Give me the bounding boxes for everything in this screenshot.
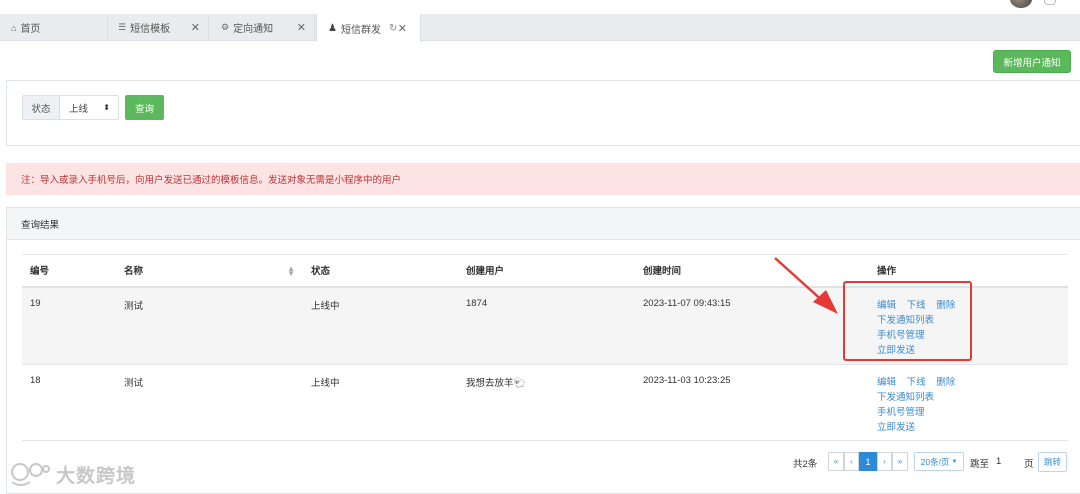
cell-status: 上线中 — [303, 364, 458, 441]
pager-prev-button[interactable]: ‹ — [844, 452, 859, 471]
cell-created: 2023-11-07 09:43:15 — [635, 286, 869, 365]
gear-icon: ⚙ — [221, 22, 230, 32]
pager-first-button[interactable]: « — [828, 452, 844, 471]
watermark: 大数跨境 — [8, 460, 136, 488]
close-icon[interactable]: ✕ — [398, 22, 407, 35]
table-row: 18 测试 上线中 我想去放羊🐑 2023-11-03 10:23:25 编辑 … — [22, 364, 1068, 441]
delete-link[interactable]: 删除 — [936, 375, 955, 390]
cell-created: 2023-11-03 10:23:25 — [635, 364, 869, 441]
query-button[interactable]: 查询 — [125, 95, 164, 120]
pager-unit: 页 — [1024, 459, 1034, 470]
search-panel: 状态 上线 ⬍ 查询 — [6, 80, 1080, 146]
col-name[interactable]: 名称 ▲ ▼ — [116, 254, 303, 288]
notify-list-link[interactable]: 下发通知列表 — [877, 390, 934, 405]
tab-label: 短信群发 — [340, 24, 381, 36]
select-caret-icon: ⬍ — [103, 103, 110, 112]
cell-creator: 1874 — [458, 286, 635, 365]
tab-sms-template[interactable]: ☰ 短信模板 ✕ — [107, 14, 209, 41]
tab-bar: ⌂ 首页 ☰ 短信模板 ✕ ⚙ 定向通知 ✕ ♟ 短信群发 ↻ ✕ — [0, 14, 1080, 42]
tab-home[interactable]: ⌂ 首页 — [0, 14, 107, 41]
status-select-value: 上线 — [69, 103, 89, 115]
results-title: 查询结果 — [7, 208, 1080, 240]
cell-id: 19 — [22, 286, 116, 365]
watermark-text: 大数跨境 — [56, 465, 137, 487]
goto-page-input[interactable] — [993, 452, 1023, 471]
home-icon: ⌂ — [11, 22, 17, 33]
tab-sms-broadcast[interactable]: ♟ 短信群发 ↻ ✕ — [316, 14, 421, 42]
cell-status: 上线中 — [303, 286, 458, 365]
status-select[interactable]: 上线 ⬍ — [60, 96, 118, 119]
status-filter: 状态 上线 ⬍ — [22, 95, 119, 120]
cell-creator: 我想去放羊🐑 — [458, 364, 635, 441]
dropdown-icon[interactable] — [1044, 0, 1056, 5]
highlight-box — [843, 281, 972, 361]
notice-banner: 注：导入或录入手机号后，向用户发送已通过的模板信息。发送对象无需是小程序中的用户 — [6, 163, 1080, 195]
phone-manage-link[interactable]: 手机号管理 — [877, 405, 925, 420]
status-label: 状态 — [23, 96, 60, 119]
user-avatar[interactable] — [1010, 0, 1032, 8]
close-icon[interactable]: ✕ — [297, 21, 306, 34]
close-icon[interactable]: ✕ — [191, 21, 200, 34]
col-created[interactable]: 创建时间 — [635, 254, 869, 288]
pager-next-button[interactable]: › — [877, 452, 892, 471]
col-status[interactable]: 状态 — [303, 254, 458, 288]
pager-last-button[interactable]: » — [892, 452, 908, 471]
sort-icon[interactable]: ▲ ▼ — [287, 265, 295, 278]
col-id[interactable]: 编号 — [22, 254, 116, 288]
edit-link[interactable]: 编辑 — [877, 375, 896, 390]
cell-id: 18 — [22, 364, 116, 441]
page-size-select[interactable]: 20条/页 ▼ — [914, 452, 964, 471]
watermark-logo-icon — [11, 463, 50, 486]
send-now-link[interactable]: 立即发送 — [877, 420, 915, 435]
pager-goto-label: 跳至 — [970, 459, 990, 470]
tab-directed-notice[interactable]: ⚙ 定向通知 ✕ — [209, 14, 315, 41]
col-creator[interactable]: 创建用户 — [458, 254, 635, 288]
pager-page-1[interactable]: 1 — [859, 452, 877, 471]
list-icon: ☰ — [118, 22, 127, 32]
cell-name: 测试 — [116, 364, 303, 441]
refresh-icon[interactable]: ↻ — [389, 23, 397, 34]
user-icon: ♟ — [328, 22, 337, 34]
tab-label: 短信模板 — [130, 24, 171, 35]
add-user-notice-button[interactable]: 新增用户通知 — [993, 50, 1071, 73]
offline-link[interactable]: 下线 — [907, 375, 926, 390]
tab-label: 定向通知 — [233, 24, 274, 35]
cell-actions: 编辑 下线 删除 下发通知列表 手机号管理 立即发送 — [869, 364, 1068, 441]
pager-total: 共2条 — [793, 459, 818, 470]
jump-button[interactable]: 跳转 — [1038, 452, 1067, 472]
tab-label: 首页 — [20, 24, 41, 35]
top-bar — [0, 0, 1080, 14]
cell-name: 测试 — [116, 286, 303, 365]
